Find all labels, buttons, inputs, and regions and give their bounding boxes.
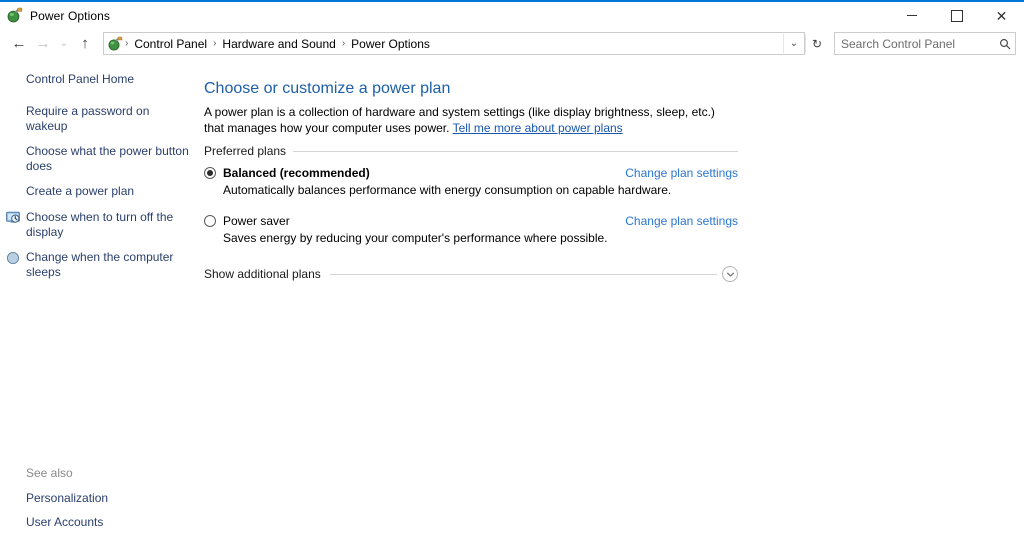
plan-row-power-saver: Power saver Change plan settings Saves e… bbox=[204, 214, 738, 246]
plan-radio-group-power-saver[interactable]: Power saver bbox=[204, 214, 290, 228]
content-area: Control Panel Home Require a password on… bbox=[0, 58, 1024, 536]
main-panel: Choose or customize a power plan A power… bbox=[195, 58, 1024, 536]
recent-locations-button[interactable]: ⌄ bbox=[55, 32, 73, 56]
breadcrumb-item-power-options[interactable]: Power Options bbox=[347, 36, 434, 52]
sidebar-item-computer-sleeps[interactable]: Change when the computer sleeps bbox=[0, 250, 195, 280]
title-bar: Power Options ✕ bbox=[0, 2, 1024, 29]
navigation-toolbar: ← → ⌄ ↑ › Control Panel › Hardware and S… bbox=[0, 29, 1024, 58]
sidebar-item-power-button[interactable]: Choose what the power button does bbox=[0, 144, 195, 174]
chevron-down-icon[interactable]: ⌄ bbox=[783, 34, 804, 53]
refresh-icon[interactable]: ↻ bbox=[805, 34, 828, 53]
window-title: Power Options bbox=[30, 8, 111, 23]
address-power-plug-icon bbox=[107, 36, 123, 52]
minimize-icon bbox=[906, 15, 917, 16]
tell-me-more-link[interactable]: Tell me more about power plans bbox=[453, 121, 623, 135]
sidebar-item-turn-off-display[interactable]: Choose when to turn off the display bbox=[0, 210, 195, 240]
sidebar-item-label: Choose what the power button does bbox=[26, 144, 189, 173]
sidebar-task-list: Require a password on wakeup Choose what… bbox=[0, 104, 195, 290]
change-plan-settings-link-balanced[interactable]: Change plan settings bbox=[625, 166, 738, 180]
sidebar-item-label: Choose when to turn off the display bbox=[26, 210, 174, 239]
address-bar[interactable]: › Control Panel › Hardware and Sound › P… bbox=[103, 32, 805, 55]
plan-header-row: Balanced (recommended) Change plan setti… bbox=[204, 166, 738, 180]
radio-power-saver[interactable] bbox=[204, 215, 216, 227]
address-bar-actions: ⌄ bbox=[783, 34, 804, 53]
see-also-title: See also bbox=[26, 466, 73, 480]
power-plug-icon bbox=[6, 7, 23, 24]
chevron-down-icon[interactable] bbox=[722, 266, 738, 282]
sidebar-item-label: Change when the computer sleeps bbox=[26, 250, 174, 279]
show-additional-plans-row[interactable]: Show additional plans bbox=[204, 266, 738, 282]
plan-name-power-saver: Power saver bbox=[223, 214, 290, 228]
change-plan-settings-link-power-saver[interactable]: Change plan settings bbox=[625, 214, 738, 228]
plan-radio-group-balanced[interactable]: Balanced (recommended) bbox=[204, 166, 370, 180]
breadcrumb-separator: › bbox=[341, 38, 346, 49]
breadcrumb-item-control-panel[interactable]: Control Panel bbox=[130, 36, 211, 52]
sleep-moon-icon bbox=[6, 251, 20, 265]
search-icon[interactable] bbox=[995, 38, 1015, 50]
breadcrumb-separator: › bbox=[213, 38, 217, 49]
radio-balanced[interactable] bbox=[204, 167, 216, 179]
close-button[interactable]: ✕ bbox=[979, 1, 1024, 30]
back-button[interactable]: ← bbox=[7, 32, 31, 56]
page-title: Choose or customize a power plan bbox=[204, 80, 451, 97]
display-clock-icon bbox=[6, 211, 20, 225]
maximize-button[interactable] bbox=[934, 1, 979, 30]
window-controls: ✕ bbox=[889, 1, 1024, 30]
see-also-link-user-accounts[interactable]: User Accounts bbox=[26, 515, 108, 529]
see-also-section: See also Personalization User Accounts bbox=[26, 466, 108, 539]
sidebar: Control Panel Home Require a password on… bbox=[0, 58, 195, 536]
close-icon: ✕ bbox=[995, 7, 1008, 24]
forward-button[interactable]: → bbox=[31, 32, 55, 56]
page-description: A power plan is a collection of hardware… bbox=[204, 104, 738, 136]
plan-name-balanced: Balanced (recommended) bbox=[223, 166, 370, 180]
maximize-icon bbox=[950, 9, 963, 22]
plan-description-power-saver: Saves energy by reducing your computer's… bbox=[223, 231, 608, 245]
sidebar-item-require-password[interactable]: Require a password on wakeup bbox=[0, 104, 195, 134]
plan-description-balanced: Automatically balances performance with … bbox=[223, 183, 672, 197]
expander-divider bbox=[329, 273, 717, 275]
preferred-plans-group-header: Preferred plans bbox=[204, 144, 738, 158]
see-also-link-personalization[interactable]: Personalization bbox=[26, 491, 108, 505]
breadcrumb-separator: › bbox=[125, 38, 129, 49]
group-divider bbox=[293, 150, 738, 152]
sidebar-item-create-power-plan[interactable]: Create a power plan bbox=[0, 184, 195, 200]
search-box[interactable] bbox=[834, 32, 1016, 55]
breadcrumb: › Control Panel › Hardware and Sound › P… bbox=[123, 36, 783, 52]
up-button[interactable]: ↑ bbox=[73, 32, 97, 56]
plan-header-row: Power saver Change plan settings bbox=[204, 214, 738, 228]
show-additional-plans-label: Show additional plans bbox=[204, 267, 321, 281]
sidebar-item-label: Create a power plan bbox=[26, 184, 135, 198]
sidebar-item-control-panel-home[interactable]: Control Panel Home bbox=[26, 72, 134, 86]
minimize-button[interactable] bbox=[889, 1, 934, 30]
breadcrumb-item-hardware-and-sound[interactable]: Hardware and Sound bbox=[218, 36, 339, 52]
preferred-plans-label: Preferred plans bbox=[204, 144, 287, 158]
search-input[interactable] bbox=[835, 35, 995, 52]
plan-row-balanced: Balanced (recommended) Change plan setti… bbox=[204, 166, 738, 198]
sidebar-item-label: Require a password on wakeup bbox=[26, 104, 150, 133]
